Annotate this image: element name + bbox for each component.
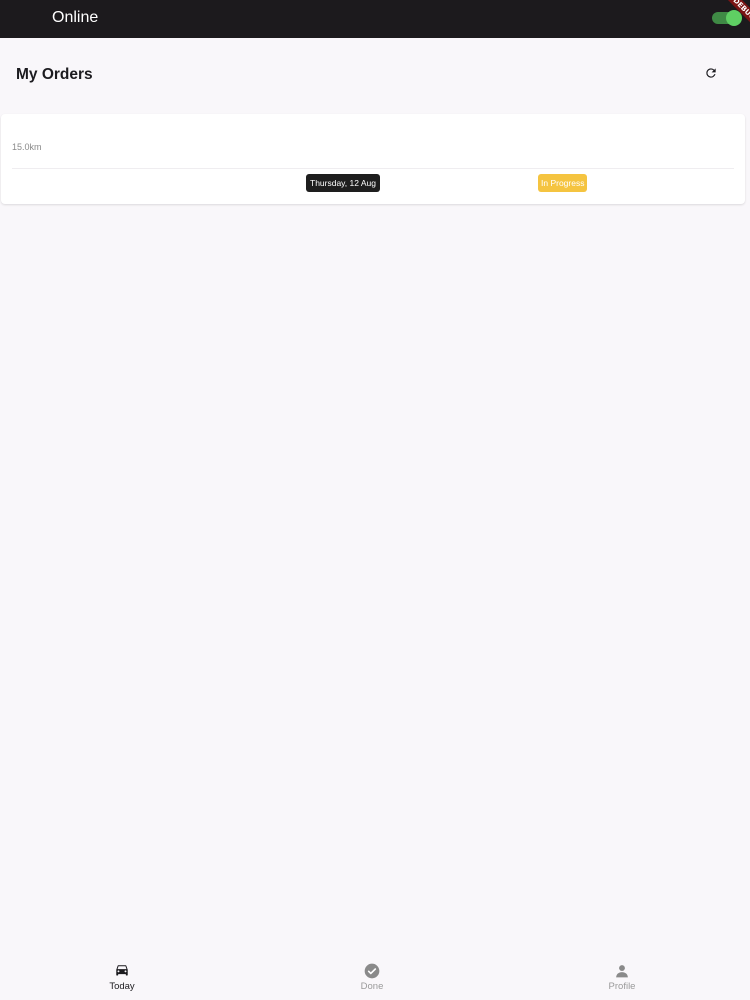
order-card[interactable]: 15.0km Thursday, 12 Aug In Progress xyxy=(1,114,745,204)
top-status-bar: Online DEBUG xyxy=(0,0,750,38)
refresh-icon xyxy=(704,66,718,85)
nav-item-today[interactable]: Today xyxy=(62,956,182,1000)
page-header: My Orders xyxy=(0,38,750,112)
nav-label-done: Done xyxy=(360,981,384,992)
page-title: My Orders xyxy=(16,66,93,83)
person-icon xyxy=(614,963,630,979)
nav-item-done[interactable]: Done xyxy=(312,956,432,1000)
app-root: Online DEBUG My Orders 15.0km Thursday, … xyxy=(0,0,750,1000)
order-status-badge: In Progress xyxy=(538,174,588,192)
nav-label-profile: Profile xyxy=(608,981,636,992)
check-circle-icon xyxy=(364,963,380,979)
order-distance: 15.0km xyxy=(12,142,42,152)
nav-label-today: Today xyxy=(109,981,135,992)
car-icon xyxy=(114,963,130,979)
debug-banner-label: DEBUG xyxy=(724,0,750,26)
debug-banner: DEBUG xyxy=(724,0,750,26)
bottom-navigation: Today Done Profile xyxy=(0,956,750,1000)
order-date-badge: Thursday, 12 Aug xyxy=(306,174,380,192)
nav-item-profile[interactable]: Profile xyxy=(562,956,682,1000)
refresh-button[interactable] xyxy=(701,65,721,85)
online-status-text: Online xyxy=(52,9,99,26)
card-divider xyxy=(12,168,734,169)
